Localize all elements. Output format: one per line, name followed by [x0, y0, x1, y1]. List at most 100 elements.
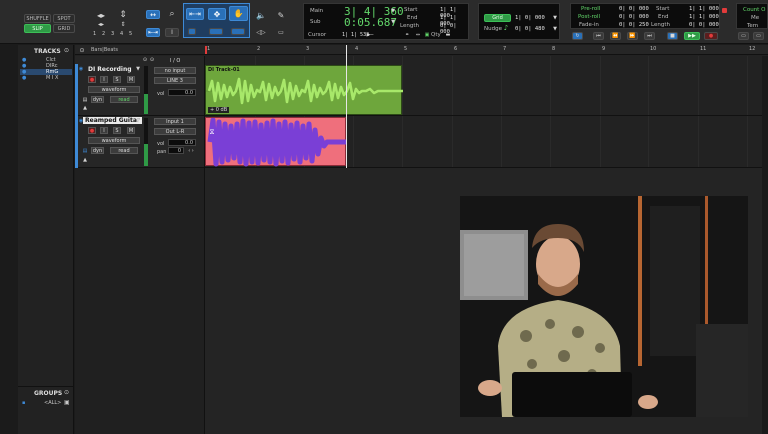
- transport-extra-button-2[interactable]: ▭: [753, 32, 764, 40]
- shuffle-mode-button[interactable]: SHUFFLE: [24, 14, 51, 23]
- zoom-preset-5[interactable]: 5: [129, 31, 132, 37]
- track-view-selector[interactable]: waveform: [88, 86, 140, 93]
- grabber-move-button[interactable]: ✥: [208, 8, 226, 20]
- zoom-in-icon[interactable]: ⇕: [114, 20, 132, 28]
- zoom-preset-4[interactable]: 4: [120, 31, 123, 37]
- solo-button[interactable]: S: [113, 76, 121, 83]
- slip-mode-button[interactable]: SLIP: [24, 24, 51, 33]
- postroll-value[interactable]: 0| 0| 000: [619, 14, 649, 20]
- go-to-end-button[interactable]: ⏭: [644, 32, 655, 40]
- groups-panel-menu-icon[interactable]: ⊙: [63, 389, 70, 396]
- input-selector[interactable]: Input 1: [154, 118, 196, 125]
- zoom-tool-button[interactable]: ↔: [146, 10, 160, 19]
- track-name[interactable]: Reamped Guitar: [83, 117, 142, 124]
- solo-button[interactable]: S: [113, 127, 121, 134]
- dyn-button[interactable]: dyn: [91, 147, 104, 154]
- playlist-icon[interactable]: ▤: [82, 96, 88, 103]
- play-button[interactable]: ▶▶: [684, 32, 700, 40]
- input-selector[interactable]: no input: [154, 67, 196, 74]
- pencil-mode-icon[interactable]: ▭: [274, 28, 288, 36]
- mute-button[interactable]: M: [127, 76, 135, 83]
- smart-tool-left-button[interactable]: [188, 28, 196, 35]
- transport-end-value[interactable]: 1| 1| 000: [689, 14, 719, 20]
- playhead-line[interactable]: [346, 45, 347, 168]
- countoff-label[interactable]: Count O: [743, 7, 765, 13]
- zoom-horizontal-icon[interactable]: ◂▸: [92, 10, 110, 20]
- grid-chevron-down-icon[interactable]: ▼: [552, 15, 558, 21]
- record-arm-button[interactable]: ●: [88, 76, 96, 83]
- link-sel-icon[interactable]: ⇔: [414, 32, 422, 38]
- groups-item[interactable]: ▪ <ALL> ▣: [20, 399, 72, 408]
- smart-tool-right-button[interactable]: [231, 28, 245, 35]
- track-name-menu-icon[interactable]: ▼: [135, 66, 141, 72]
- transport-length-value[interactable]: 0| 0| 000: [689, 22, 719, 28]
- volume-value[interactable]: 0.0: [168, 89, 196, 96]
- record-arm-button[interactable]: ●: [88, 127, 96, 134]
- trim-tool-button[interactable]: ⇤⇥: [146, 28, 160, 37]
- rewind-to-start-button[interactable]: ⏮: [593, 32, 604, 40]
- stop-button[interactable]: ■: [667, 32, 678, 40]
- preroll-label[interactable]: Pre-roll: [581, 6, 600, 12]
- grid-toggle-button[interactable]: Grid: [484, 14, 511, 22]
- grid-mode-button[interactable]: GRID: [53, 24, 75, 33]
- automation-read-button[interactable]: read: [110, 96, 138, 103]
- vertical-scrollbar[interactable]: [762, 56, 768, 434]
- transport-start-value[interactable]: 1| 1| 000: [689, 6, 719, 12]
- zoom-preset-1[interactable]: 1: [93, 31, 96, 37]
- zoom-out-icon[interactable]: ◂▸: [92, 20, 110, 28]
- track-select-icon[interactable]: ◉: [78, 66, 84, 72]
- main-counter-chevron-down-icon[interactable]: ▼: [390, 8, 396, 14]
- postroll-label[interactable]: Post-roll: [578, 14, 600, 20]
- output-selector[interactable]: Out L-R: [154, 128, 196, 135]
- pencil-icon[interactable]: ✎: [274, 9, 288, 21]
- nudge-value[interactable]: 0| 0| 480: [515, 26, 545, 32]
- output-selector[interactable]: LINE 3: [154, 77, 196, 84]
- scrub-icon[interactable]: ◁▷: [254, 28, 268, 36]
- ruler-bar-number: 10: [650, 46, 657, 52]
- hand-tool-button[interactable]: ✋: [229, 6, 248, 21]
- sub-counter-chevron-down-icon[interactable]: ▼: [390, 19, 396, 25]
- fadein-value[interactable]: 0| 0| 250: [619, 22, 649, 28]
- group-select-icon[interactable]: ▣: [64, 399, 70, 406]
- transport-extra-button[interactable]: ▭: [738, 32, 749, 40]
- input-monitor-button[interactable]: I: [100, 76, 108, 83]
- link-icon[interactable]: ⚭: [403, 32, 411, 38]
- automation-read-button[interactable]: read: [110, 147, 138, 154]
- record-button[interactable]: ●: [704, 32, 718, 40]
- grid-value[interactable]: 1| 0| 000: [515, 15, 545, 21]
- spot-mode-button[interactable]: SPOT: [53, 14, 75, 23]
- visibility-dot-icon[interactable]: ●: [22, 75, 26, 81]
- clip-waveform: [207, 118, 347, 167]
- loop-icon[interactable]: ▬: [444, 32, 452, 38]
- dyn-button[interactable]: dyn: [91, 96, 104, 103]
- speaker-icon[interactable]: 🔈: [254, 9, 268, 21]
- online-button[interactable]: ↻: [572, 32, 583, 40]
- selector-tool-button[interactable]: I: [165, 28, 179, 37]
- clip-gain-badge[interactable]: + 0 dB: [208, 107, 230, 113]
- track-list-item[interactable]: ● M I X: [20, 75, 72, 81]
- zoom-preset-3[interactable]: 3: [111, 31, 114, 37]
- edit-window-menu-icon-2[interactable]: ⊙: [149, 57, 155, 63]
- audio-clip-reamped[interactable]: ⧖: [205, 117, 347, 167]
- smart-tool-mid-button[interactable]: [209, 28, 223, 35]
- pan-arrow-icon[interactable]: ‹ ›: [186, 147, 196, 154]
- volume-value[interactable]: 0.0: [168, 139, 196, 146]
- playlist-icon[interactable]: ▤: [82, 147, 88, 154]
- track-name[interactable]: DI Recording: [88, 66, 132, 73]
- preroll-value[interactable]: 0| 0| 000: [619, 6, 649, 12]
- rewind-button[interactable]: ⏪: [610, 32, 621, 40]
- pan-value[interactable]: 0: [168, 147, 184, 154]
- track-view-selector[interactable]: waveform: [88, 137, 140, 144]
- magnifier-icon[interactable]: ⌕: [165, 8, 179, 20]
- track-name-menu-icon[interactable]: ▼: [135, 118, 141, 124]
- edit-window-menu-icon[interactable]: ⊙: [142, 57, 148, 63]
- nudge-chevron-down-icon[interactable]: ▼: [552, 26, 558, 32]
- track-height-icon[interactable]: ▲: [82, 157, 88, 163]
- fast-forward-button[interactable]: ⏩: [627, 32, 638, 40]
- audio-clip-di[interactable]: DI Track-01 + 0 dB: [205, 65, 403, 115]
- track-height-icon[interactable]: ▲: [82, 105, 88, 111]
- trim-grabber-button[interactable]: ⇤⇥: [186, 8, 204, 20]
- mute-button[interactable]: M: [127, 127, 135, 134]
- input-monitor-button[interactable]: I: [100, 127, 108, 134]
- zoom-preset-2[interactable]: 2: [102, 31, 105, 37]
